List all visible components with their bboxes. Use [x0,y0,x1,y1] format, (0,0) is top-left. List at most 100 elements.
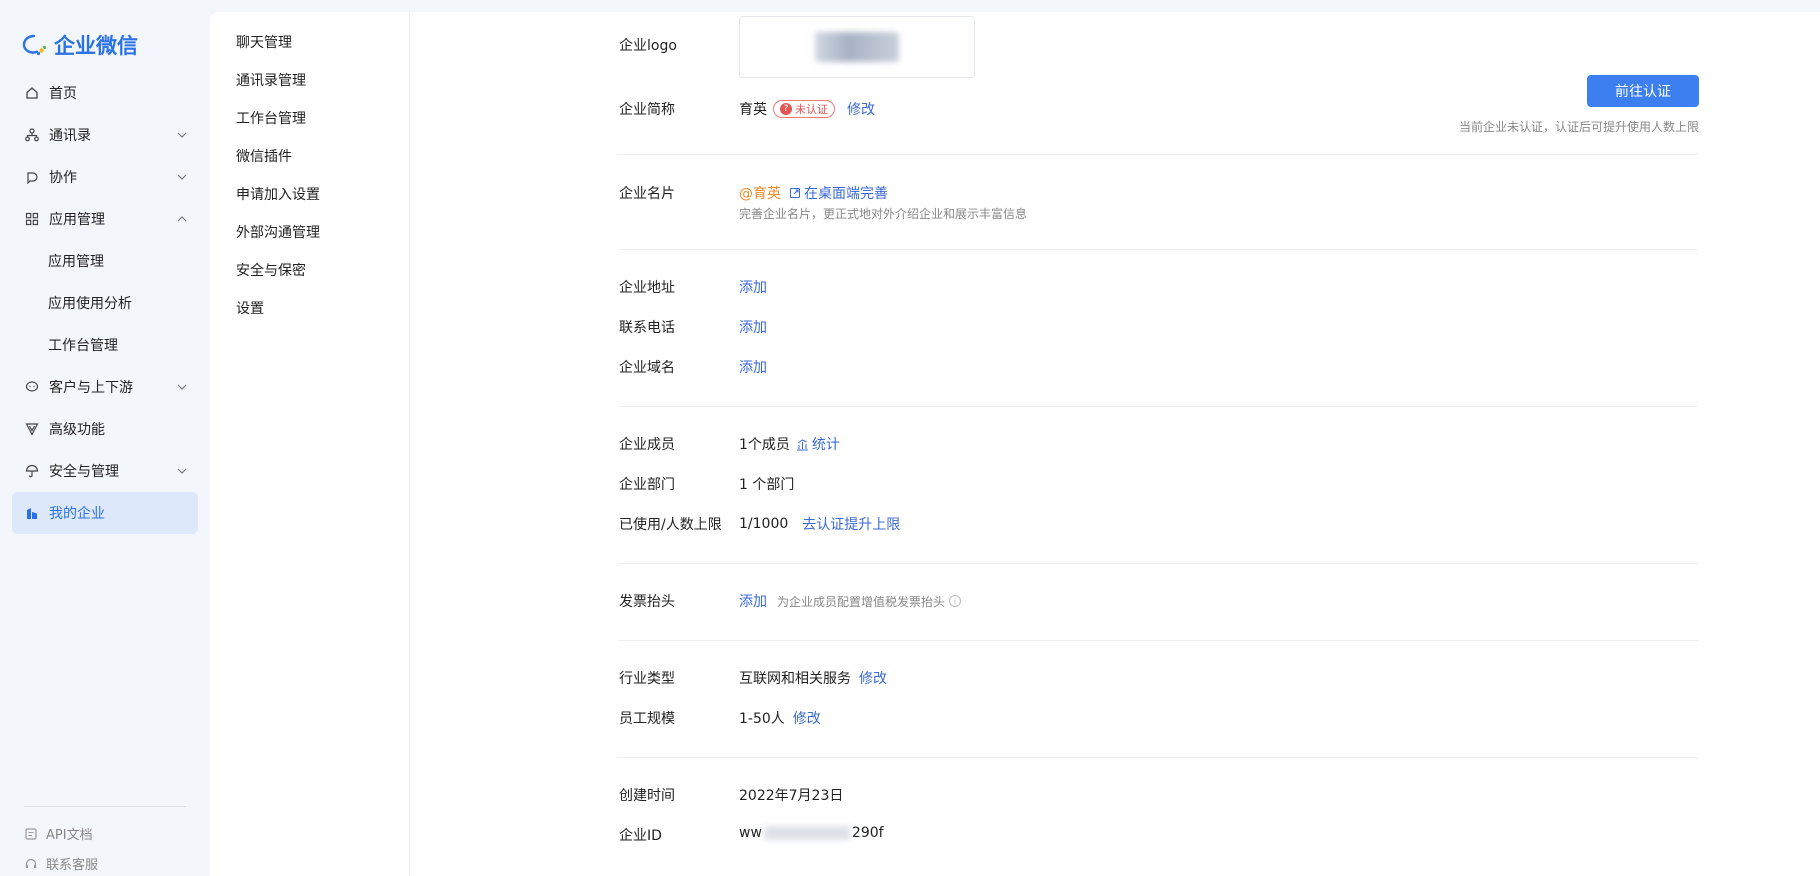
external-link-icon [790,188,800,198]
chevron-down-icon [177,468,187,474]
nav-sub-app-management[interactable]: 应用管理 [12,240,198,282]
divider [618,249,1698,250]
edit-industry-link[interactable]: 修改 [859,668,887,688]
nav-contacts-label: 通讯录 [49,128,91,144]
contact-support-label: 联系客服 [46,858,99,873]
api-docs-link[interactable]: API文档 [24,824,93,843]
add-phone-link[interactable]: 添加 [739,317,767,337]
brand-name: 企业微信 [54,34,138,58]
phone-label: 联系电话 [619,320,675,336]
short-name-label: 企业简称 [619,102,675,118]
nav-security[interactable]: 安全与管理 [12,450,198,492]
unverified-badge[interactable]: ? 未认证 [773,100,835,118]
nav-customers-label: 客户与上下游 [49,380,133,396]
org-chart-icon [24,127,40,143]
chat-bubble-icon [24,379,40,395]
grid-icon [24,211,40,227]
contact-support-link[interactable]: 联系客服 [24,854,98,873]
scale-label: 员工规模 [619,711,675,727]
nav-advanced-label: 高级功能 [49,422,105,438]
edit-short-name-link[interactable]: 修改 [847,99,875,119]
divider [618,757,1698,758]
nav-apps[interactable]: 应用管理 [12,198,198,240]
nav-my-company[interactable]: 我的企业 [12,492,198,534]
scale-value: 1-50人 [739,711,785,727]
company-id-suffix: 290f [851,825,884,841]
main-panel: 聊天管理 通讯录管理 工作台管理 微信插件 申请加入设置 外部沟通管理 安全与保… [210,12,1820,876]
card-description: 完善企业名片，更正式地对外介绍企业和展示丰富信息 [739,207,1028,221]
industry-label: 行业类型 [619,671,675,687]
company-logo[interactable] [739,16,975,78]
logo-label: 企业logo [619,38,677,54]
card-label: 企业名片 [619,186,675,202]
brand[interactable]: 企业微信 [22,30,138,60]
main-nav: 首页 通讯录 协作 应用管理 应用管理 应用使用分析 工作台管理 客户与上下游 … [12,72,198,534]
v-badge-icon [24,421,40,437]
verify-button[interactable]: 前往认证 [1587,75,1699,107]
question-icon: ? [780,103,792,115]
nav-advanced[interactable]: 高级功能 [12,408,198,450]
sidebar: 企业微信 首页 通讯录 协作 应用管理 应用管理 应用使用分析 工作台管理 客户… [0,0,210,876]
chevron-down-icon [177,384,187,390]
company-id-redaction [763,826,850,840]
invoice-description: 为企业成员配置增值税发票抬头 [777,594,946,609]
api-docs-label: API文档 [46,828,93,843]
short-name-row: 育英 ? 未认证 修改 [739,99,875,119]
limit-row: 1/1000 去认证提升上限 [739,514,900,534]
divider [618,154,1698,155]
wecom-logo-icon [22,34,47,56]
nav-security-label: 安全与管理 [49,464,119,480]
dept-label: 企业部门 [619,477,675,493]
headset-icon [25,858,37,868]
nav-apps-label: 应用管理 [49,212,105,228]
chart-icon [796,438,808,450]
add-address-link[interactable]: 添加 [739,277,767,297]
nav-customers[interactable]: 客户与上下游 [12,366,198,408]
complete-on-desktop-text: 在桌面端完善 [804,186,888,202]
short-name-value: 育英 [739,102,767,118]
company-info: 企业logo 企业简称 育英 ? 未认证 修改 前往认证 当前企业未认证，认证后… [210,12,1820,876]
info-icon[interactable]: i [949,595,962,607]
nav-collab-label: 协作 [49,170,77,186]
chevron-up-icon [177,216,187,222]
chevron-down-icon [177,132,187,138]
members-row: 1个成员 统计 [739,434,840,454]
limit-value: 1/1000 [739,516,789,532]
divider [618,406,1698,407]
company-logo-image [815,32,899,62]
company-id-prefix: ww [739,825,762,841]
invoice-label: 发票抬头 [619,594,675,610]
nav-home[interactable]: 首页 [12,72,198,114]
nav-my-company-label: 我的企业 [49,506,105,522]
edit-scale-link[interactable]: 修改 [793,708,821,728]
stats-link[interactable]: 统计 [796,434,840,454]
chevron-down-icon [177,174,187,180]
company-id-label: 企业ID [619,828,662,844]
nav-sub-workbench[interactable]: 工作台管理 [12,324,198,366]
nav-home-label: 首页 [49,86,77,102]
company-id-row: ww 290f [739,825,884,841]
complete-on-desktop-link[interactable]: 在桌面端完善 [789,183,888,203]
dept-value: 1 个部门 [739,477,795,493]
building-icon [24,505,40,521]
nav-contacts[interactable]: 通讯录 [12,114,198,156]
collab-icon [24,169,40,185]
stats-text: 统计 [811,437,840,453]
unverified-text: 未认证 [795,103,828,116]
add-domain-link[interactable]: 添加 [739,357,767,377]
domain-label: 企业域名 [619,360,675,376]
upgrade-limit-link[interactable]: 去认证提升上限 [802,514,900,534]
add-invoice-link[interactable]: 添加 [739,591,767,611]
members-label: 企业成员 [619,437,675,453]
verify-hint: 当前企业未认证，认证后可提升使用人数上限 [1458,120,1699,134]
industry-value: 互联网和相关服务 [739,671,851,687]
nav-collab[interactable]: 协作 [12,156,198,198]
home-icon [24,85,40,101]
nav-sub-app-analytics[interactable]: 应用使用分析 [12,282,198,324]
created-value: 2022年7月23日 [739,788,844,804]
document-icon [25,827,37,840]
limit-label: 已使用/人数上限 [619,517,722,533]
umbrella-icon [24,463,40,479]
app-root: 企业微信 首页 通讯录 协作 应用管理 应用管理 应用使用分析 工作台管理 客户… [0,0,1820,876]
address-label: 企业地址 [619,280,675,296]
